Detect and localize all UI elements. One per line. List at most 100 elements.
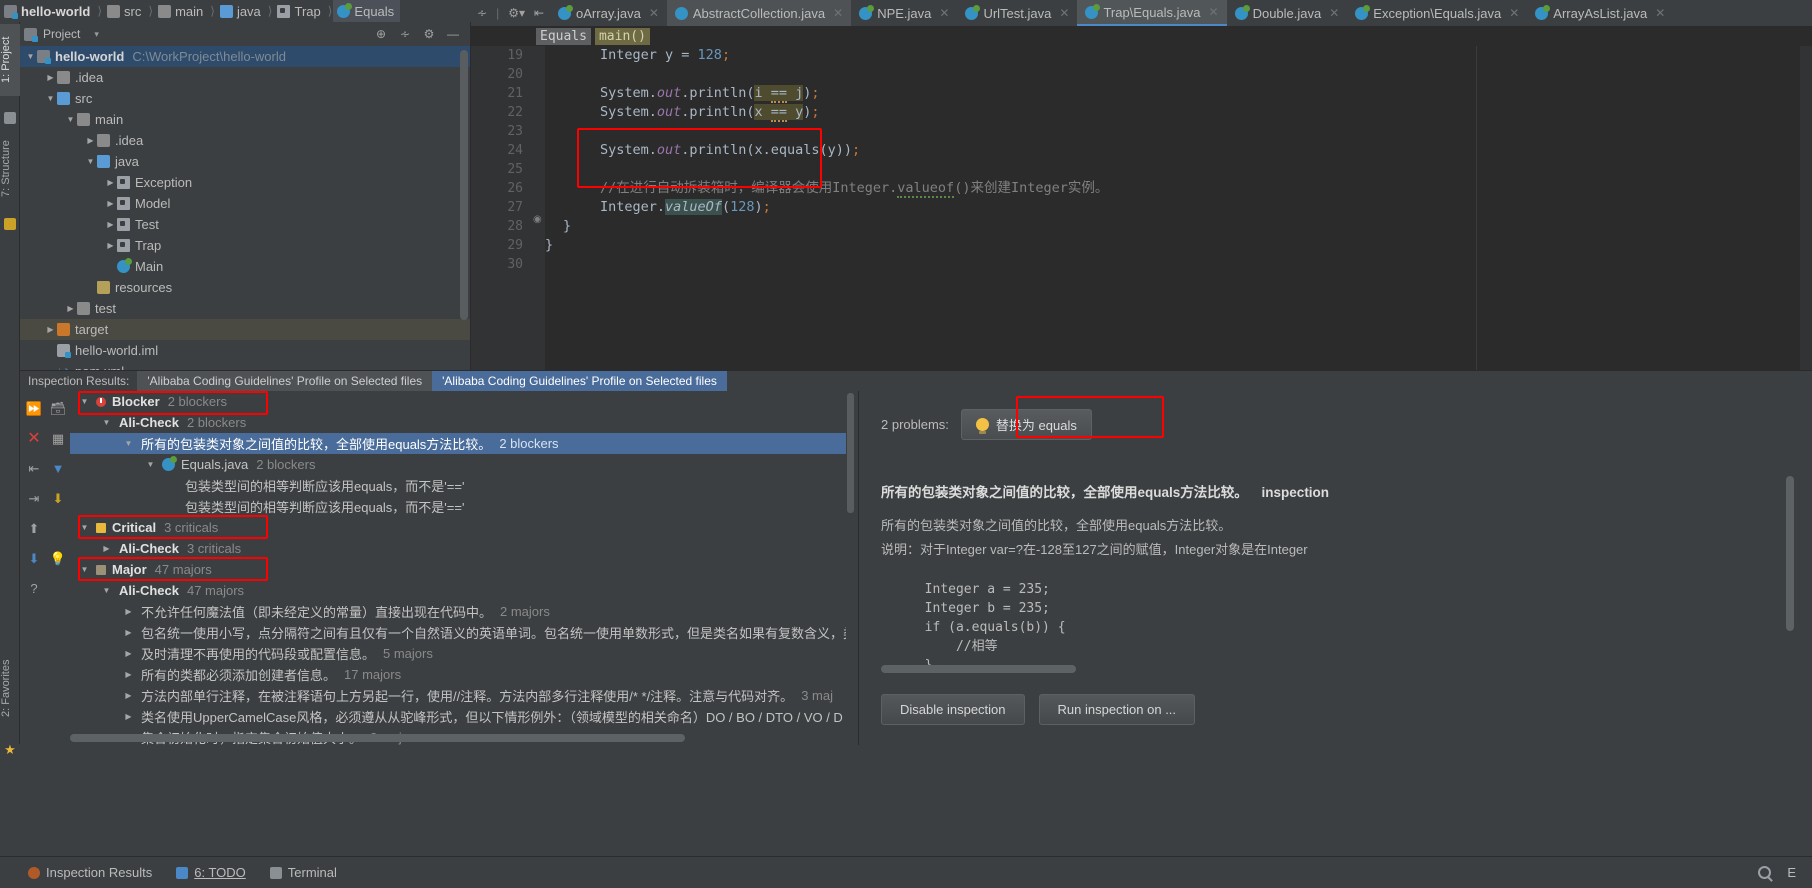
- hide-icon[interactable]: —: [446, 27, 460, 41]
- inspection-tree-row[interactable]: ▶所有的类都必须添加创建者信息。17 majors: [70, 664, 852, 685]
- close-icon[interactable]: ✕: [1509, 6, 1519, 20]
- chevron-down-icon[interactable]: ▼: [100, 416, 113, 429]
- help-icon[interactable]: ?: [24, 579, 44, 599]
- project-tree-row[interactable]: ▶Exception: [20, 172, 470, 193]
- chevron-down-icon[interactable]: ▼: [78, 563, 91, 576]
- chevron-right-icon[interactable]: ▶: [84, 134, 97, 147]
- project-tree-row[interactable]: ▼main: [20, 109, 470, 130]
- breadcrumb-class[interactable]: Equals: [536, 28, 591, 45]
- chevron-down-icon[interactable]: ▼: [78, 395, 91, 408]
- inspection-tree-row[interactable]: ▼Equals.java2 blockers: [70, 454, 852, 475]
- close-icon[interactable]: ✕: [1655, 6, 1665, 20]
- project-tree-row[interactable]: ▼src: [20, 88, 470, 109]
- run-inspection-button[interactable]: Run inspection on ...: [1039, 694, 1196, 725]
- detail-scrollbar[interactable]: [1786, 476, 1794, 746]
- search-icon[interactable]: [1758, 866, 1771, 879]
- scrollbar-thumb[interactable]: [847, 393, 854, 513]
- inspection-tree-row[interactable]: ▼Blocker2 blockers: [70, 391, 852, 412]
- breadcrumb-equals[interactable]: Equals: [333, 0, 400, 22]
- inspection-tree-hscrollbar[interactable]: [70, 734, 730, 742]
- inspection-tree-row[interactable]: ▼Ali-Check47 majors: [70, 580, 852, 601]
- scrollbar-thumb[interactable]: [460, 50, 468, 320]
- project-tree-row[interactable]: ▶Trap: [20, 235, 470, 256]
- fold-marker-icon[interactable]: ◉: [533, 214, 542, 225]
- settings-gear-icon[interactable]: ⚙: [422, 27, 436, 41]
- breadcrumb-method[interactable]: main(): [595, 28, 650, 45]
- close-icon[interactable]: ✕: [649, 6, 659, 20]
- editor-tab[interactable]: Double.java✕: [1227, 0, 1348, 26]
- chevron-right-icon[interactable]: ▶: [104, 197, 117, 210]
- code-folding-column[interactable]: ◉: [531, 46, 545, 370]
- editor-scrollbar[interactable]: [1800, 46, 1812, 370]
- chevron-right-icon[interactable]: ▶: [104, 176, 117, 189]
- inspection-tree-scrollbar[interactable]: [846, 391, 855, 745]
- filter-icon[interactable]: ▼: [48, 459, 68, 479]
- chevron-down-icon[interactable]: ▼: [122, 437, 135, 450]
- chevron-down-icon[interactable]: ▼: [78, 521, 91, 534]
- project-tree-row[interactable]: ▶target: [20, 319, 470, 340]
- project-tree[interactable]: ▼hello-worldC:\WorkProject\hello-world▶.…: [20, 46, 470, 382]
- chevron-down-icon[interactable]: ▼: [144, 458, 157, 471]
- inspection-tree-row[interactable]: ▼Major47 majors: [70, 559, 852, 580]
- editor-tab[interactable]: Trap\Equals.java✕: [1077, 0, 1226, 26]
- inspection-tree-row[interactable]: ▶方法内部单行注释，在被注释语句上方另起一行，使用//注释。方法内部多行注释使用…: [70, 685, 852, 706]
- chevron-right-icon[interactable]: ▶: [122, 668, 135, 681]
- chevron-down-icon[interactable]: ▼: [84, 155, 97, 168]
- disable-inspection-button[interactable]: Disable inspection: [881, 694, 1025, 725]
- close-icon[interactable]: ✕: [1329, 6, 1339, 20]
- autofix-icon[interactable]: 💡: [48, 549, 68, 569]
- statusbar-todo[interactable]: 6: TODO: [176, 865, 246, 880]
- chevron-right-icon[interactable]: ▶: [64, 302, 77, 315]
- project-tree-row[interactable]: ▼java: [20, 151, 470, 172]
- close-icon[interactable]: ✕: [1209, 5, 1219, 19]
- chevron-down-icon[interactable]: ▼: [100, 584, 113, 597]
- group-by-icon[interactable]: ▦: [48, 429, 68, 449]
- detail-hscrollbar[interactable]: [881, 665, 1541, 673]
- import-icon[interactable]: ⬇: [48, 489, 68, 509]
- project-tree-row[interactable]: ▶Test: [20, 214, 470, 235]
- project-tree-row[interactable]: resources: [20, 277, 470, 298]
- inspection-tree-row[interactable]: ▼Critical3 criticals: [70, 517, 852, 538]
- editor-tab[interactable]: Exception\Equals.java✕: [1347, 0, 1527, 26]
- inspection-tree-row[interactable]: ▶包名统一使用小写，点分隔符之间有且仅有一个自然语义的英语单词。包名统一使用单数…: [70, 622, 852, 643]
- chevron-right-icon[interactable]: ▶: [100, 542, 113, 555]
- chevron-right-icon[interactable]: ▶: [122, 605, 135, 618]
- inspection-tree-row[interactable]: 包装类型间的相等判断应该用equals，而不是'==': [70, 475, 852, 496]
- inspection-tab-active[interactable]: 'Alibaba Coding Guidelines' Profile on S…: [432, 371, 727, 391]
- chevron-right-icon[interactable]: ▶: [122, 689, 135, 702]
- breadcrumb-java[interactable]: java: [216, 0, 267, 22]
- scrollbar-thumb[interactable]: [70, 734, 685, 742]
- project-tree-row[interactable]: hello-world.iml: [20, 340, 470, 361]
- breadcrumb-main[interactable]: main: [154, 0, 209, 22]
- chevron-down-icon[interactable]: ▾: [94, 29, 99, 40]
- inspection-tree-row[interactable]: 包装类型间的相等判断应该用equals，而不是'==': [70, 496, 852, 517]
- editor-tab[interactable]: AbstractCollection.java✕: [667, 0, 851, 26]
- close-icon[interactable]: ✕: [833, 6, 843, 20]
- inspection-tree-row[interactable]: ▶Ali-Check3 criticals: [70, 538, 852, 559]
- select-opened-file-icon[interactable]: ⇤: [534, 6, 544, 20]
- project-tree-row[interactable]: ▶test: [20, 298, 470, 319]
- project-tree-row[interactable]: ▶.idea: [20, 130, 470, 151]
- export-icon[interactable]: 🗃: [48, 399, 68, 419]
- chevron-right-icon[interactable]: ▶: [122, 647, 135, 660]
- scrollbar-thumb[interactable]: [881, 665, 1076, 673]
- inspection-tree-row[interactable]: ▼所有的包装类对象之间值的比较，全部使用equals方法比较。2 blocker…: [70, 433, 852, 454]
- rerun-icon[interactable]: ⏩: [24, 399, 44, 419]
- chevron-down-icon[interactable]: ▼: [44, 92, 57, 105]
- inspection-tree-row[interactable]: ▶及时清理不再使用的代码段或配置信息。5 majors: [70, 643, 852, 664]
- close-icon[interactable]: ✕: [1059, 6, 1069, 20]
- chevron-down-icon[interactable]: ▼: [24, 50, 37, 63]
- inspection-tree-row[interactable]: ▶不允许任何魔法值（即未经定义的常量）直接出现在代码中。2 majors: [70, 601, 852, 622]
- chevron-right-icon[interactable]: ▶: [44, 323, 57, 336]
- chevron-down-icon[interactable]: ▼: [64, 113, 77, 126]
- toolwindow-tab-favorites[interactable]: 2: Favorites: [0, 642, 20, 734]
- code-lines[interactable]: Integer y = 128; System.out.println(i ==…: [545, 46, 1812, 370]
- inspection-tab-inactive[interactable]: 'Alibaba Coding Guidelines' Profile on S…: [137, 371, 432, 391]
- breadcrumb-trap[interactable]: Trap: [273, 0, 326, 22]
- expand-all-icon[interactable]: ⇤: [24, 459, 44, 479]
- event-log-icon[interactable]: E: [1787, 865, 1796, 880]
- code-editor[interactable]: 192021222324252627282930 ◉ Integer y = 1…: [471, 46, 1812, 370]
- toolwindow-tab-project[interactable]: 1: Project: [0, 24, 20, 96]
- inspection-tree[interactable]: ▼Blocker2 blockers▼Ali-Check2 blockers▼所…: [70, 391, 852, 745]
- project-tree-row[interactable]: ▶Model: [20, 193, 470, 214]
